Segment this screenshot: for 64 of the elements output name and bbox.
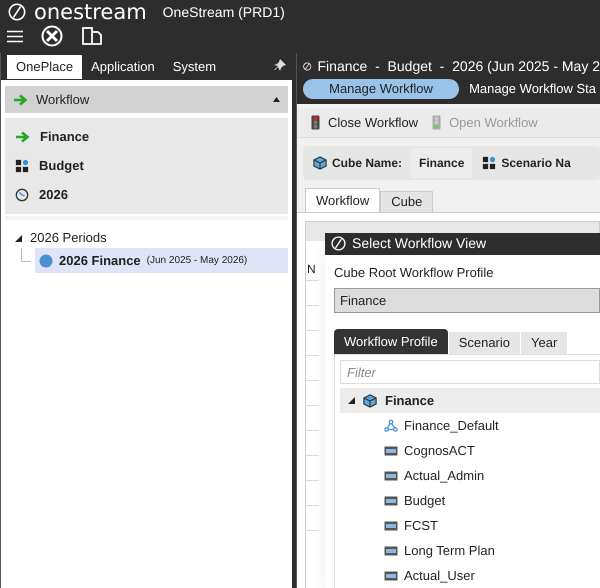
period-range: (Jun 2025 - May 2026) bbox=[146, 254, 248, 268]
logo-icon bbox=[331, 236, 346, 252]
tree-item[interactable]: CognosACT bbox=[404, 440, 475, 460]
profile-dropdown[interactable]: Finance bbox=[334, 288, 600, 313]
panel-title: Finance - Budget - 2026 (Jun 2025 - May 2 bbox=[318, 56, 600, 76]
profile-icon bbox=[384, 470, 398, 480]
toolbar-button[interactable]: Close Workflow bbox=[311, 112, 418, 132]
circle-icon bbox=[39, 254, 53, 268]
profile-icon bbox=[384, 496, 398, 506]
collapse-toggle-icon[interactable] bbox=[348, 397, 355, 404]
info-label: Scenario Na bbox=[501, 155, 571, 172]
panel-tab[interactable]: System bbox=[164, 55, 226, 79]
tree-node[interactable]: Finance bbox=[385, 390, 434, 410]
tree-item[interactable]: 2026 Finance (Jun 2025 - May 2026) bbox=[35, 248, 288, 273]
logo-text: onestream bbox=[34, 0, 147, 24]
tree-item[interactable]: Finance_Default bbox=[404, 416, 499, 436]
logo-icon bbox=[8, 3, 26, 21]
pov-label: Budget bbox=[39, 157, 84, 176]
documents-icon[interactable] bbox=[81, 25, 103, 47]
blocks-icon bbox=[482, 156, 496, 170]
profile-icon bbox=[384, 546, 398, 556]
pov-label: Finance bbox=[40, 128, 90, 146]
tree-item[interactable]: Long Term Plan bbox=[404, 540, 495, 560]
info-value: Finance bbox=[411, 148, 472, 178]
cube-icon bbox=[363, 394, 377, 408]
traffic-light-icon bbox=[432, 115, 442, 130]
content-tab[interactable]: Workflow bbox=[305, 188, 380, 212]
collapse-icon bbox=[273, 97, 280, 102]
filter-field[interactable]: Filter bbox=[340, 360, 600, 384]
workflow-tab[interactable]: Manage Workflow Sta bbox=[465, 79, 600, 99]
field-label: Cube Root Workflow Profile bbox=[334, 264, 494, 282]
workflow-tab[interactable]: Manage Workflow bbox=[303, 79, 460, 99]
panel-tab[interactable]: Application bbox=[82, 55, 164, 79]
compass-icon[interactable] bbox=[41, 25, 63, 47]
dialog-tab[interactable]: Scenario bbox=[448, 332, 520, 354]
content-tab[interactable]: Cube bbox=[380, 191, 434, 212]
profile-icon bbox=[384, 570, 398, 580]
dialog-tab[interactable]: Workflow Profile bbox=[334, 329, 448, 354]
dialog-tab[interactable]: Year bbox=[520, 332, 568, 354]
dialog-title: Select Workflow View bbox=[352, 234, 486, 254]
tree-item[interactable]: Actual_Admin bbox=[404, 466, 484, 486]
workflow-section-header[interactable]: Workflow bbox=[5, 86, 288, 113]
info-label: Cube Name: bbox=[332, 155, 402, 172]
profile-icon bbox=[384, 520, 398, 530]
network-icon bbox=[384, 418, 398, 432]
menu-icon[interactable] bbox=[7, 30, 23, 42]
panel-tab[interactable]: OnePlace bbox=[7, 55, 82, 79]
arrow-icon bbox=[15, 131, 30, 143]
tree-node[interactable]: 2026 Periods bbox=[30, 228, 107, 248]
pin-icon[interactable] bbox=[274, 59, 286, 71]
tree-item[interactable]: Budget bbox=[404, 490, 446, 510]
clock-icon bbox=[15, 188, 29, 202]
cube-icon bbox=[313, 156, 327, 170]
tree-item[interactable]: Actual_User bbox=[404, 566, 475, 586]
column-header: N bbox=[307, 261, 316, 278]
profile-icon bbox=[384, 446, 398, 456]
tree-item[interactable]: FCST bbox=[404, 516, 438, 536]
arrow-icon bbox=[13, 94, 28, 106]
blocks-icon bbox=[15, 159, 29, 173]
pov-label: 2026 bbox=[39, 186, 68, 204]
collapse-toggle-icon[interactable] bbox=[15, 234, 22, 242]
period-label: 2026 Finance bbox=[59, 252, 141, 270]
app-title: OneStream (PRD1) bbox=[162, 3, 285, 21]
traffic-light-icon bbox=[311, 115, 320, 130]
